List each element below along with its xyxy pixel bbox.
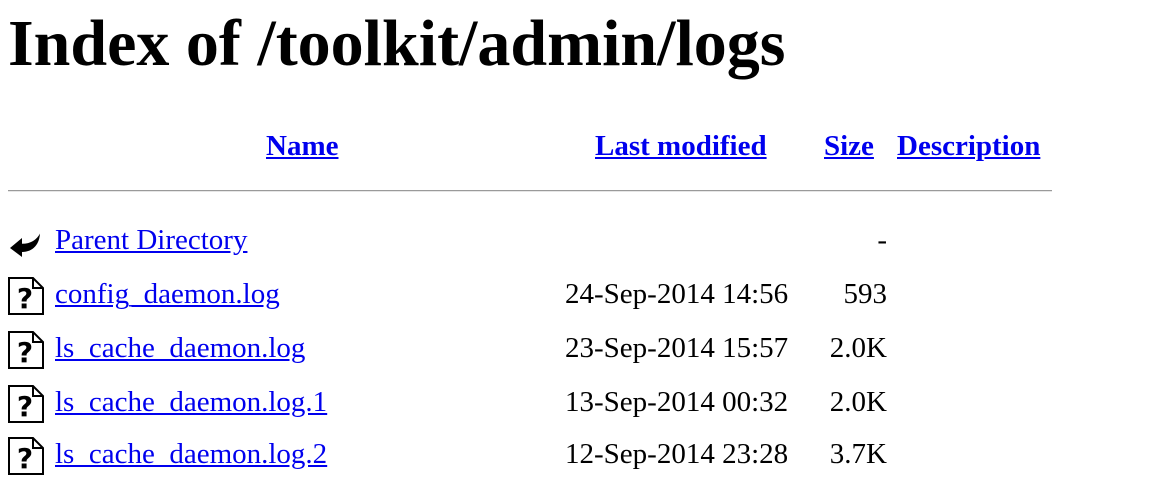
parent-directory-link[interactable]: Parent Directory <box>55 220 247 260</box>
sort-by-description-link[interactable]: Description <box>897 126 1040 166</box>
last-modified: 13-Sep-2014 00:32 <box>565 386 789 418</box>
sort-by-name-link[interactable]: Name <box>266 126 338 166</box>
unknown-file-icon: ? <box>8 437 44 475</box>
svg-text:?: ? <box>17 390 33 423</box>
sort-by-last-modified-link[interactable]: Last modified <box>595 126 767 166</box>
file-size: - <box>877 224 887 256</box>
last-modified: 24-Sep-2014 14:56 <box>565 278 789 310</box>
list-item: ? config_daemon.log 24-Sep-2014 14:56 59… <box>0 272 1169 320</box>
list-item-parent-directory: Parent Directory - <box>0 218 1169 266</box>
list-item: ? ls_cache_daemon.log 23-Sep-2014 15:57 … <box>0 326 1169 374</box>
file-link[interactable]: ls_cache_daemon.log.2 <box>55 434 327 474</box>
svg-text:?: ? <box>17 336 33 369</box>
unknown-file-icon: ? <box>8 385 44 423</box>
file-size: 2.0K <box>829 386 887 418</box>
svg-text:?: ? <box>17 442 33 475</box>
unknown-file-icon: ? <box>8 331 44 369</box>
last-modified: 12-Sep-2014 23:28 <box>565 438 789 470</box>
file-link[interactable]: config_daemon.log <box>55 274 280 314</box>
page-title: Index of /toolkit/admin/logs <box>8 7 786 80</box>
back-arrow-icon <box>10 231 41 257</box>
file-link[interactable]: ls_cache_daemon.log.1 <box>55 382 327 422</box>
svg-text:?: ? <box>17 282 33 315</box>
list-item: ? ls_cache_daemon.log.1 13-Sep-2014 00:3… <box>0 380 1169 428</box>
file-size: 593 <box>843 278 888 310</box>
directory-listing-page: Index of /toolkit/admin/logs Name Last m… <box>0 0 1169 489</box>
list-item: ? ls_cache_daemon.log.2 12-Sep-2014 23:2… <box>0 432 1169 480</box>
file-size: 3.7K <box>829 438 887 470</box>
file-size: 2.0K <box>829 332 887 364</box>
last-modified: 23-Sep-2014 15:57 <box>565 332 789 364</box>
header-divider <box>8 190 1052 192</box>
file-link[interactable]: ls_cache_daemon.log <box>55 328 305 368</box>
unknown-file-icon: ? <box>8 277 44 315</box>
sort-by-size-link[interactable]: Size <box>824 126 874 166</box>
